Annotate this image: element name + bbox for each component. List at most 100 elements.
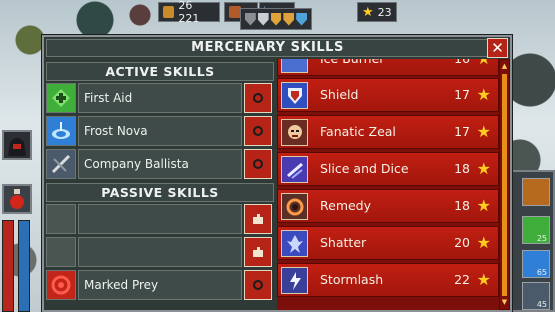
skill-list-name: Shield: [320, 87, 359, 102]
stars-counter: ★ 23: [357, 2, 397, 22]
quick-slot-count: 65: [536, 268, 547, 277]
star-icon: ★: [476, 85, 491, 104]
star-icon: ★: [476, 122, 491, 141]
scroll-down-icon[interactable]: ▼: [501, 298, 508, 307]
frost-nova-icon: [46, 116, 76, 146]
rank-shield-icon: [296, 12, 307, 26]
shield-rank-bar[interactable]: [240, 8, 312, 30]
health-potion-button[interactable]: [2, 184, 32, 214]
unequip-skill-button[interactable]: [244, 116, 272, 146]
passive-skill-row[interactable]: [46, 204, 274, 234]
rank-shield-icon: [270, 12, 282, 26]
skill-list-level: 17: [454, 124, 470, 139]
quick-slot[interactable]: [522, 178, 550, 206]
available-skills-list[interactable]: Ice Burner 16 ★ Shield 17 ★ Fanatic Zeal…: [277, 59, 499, 310]
unequip-skill-button[interactable]: [244, 83, 272, 113]
star-icon: ★: [476, 196, 491, 215]
scroll-thumb[interactable]: [502, 74, 507, 296]
rank-shield-icon: [245, 12, 256, 26]
equip-skill-button[interactable]: [244, 204, 272, 234]
skill-list-row[interactable]: Slice and Dice 18 ★: [277, 152, 499, 186]
health-bar: [2, 220, 14, 312]
hero-strip: [0, 120, 34, 312]
active-skill-row[interactable]: Frost Nova: [46, 116, 274, 146]
passive-skill-row[interactable]: Marked Prey: [46, 270, 274, 300]
skill-list-row[interactable]: Ice Burner 16 ★: [277, 59, 499, 76]
skill-list-level: 18: [454, 161, 470, 176]
gold-value: 26 221: [178, 0, 200, 25]
unequip-skill-button[interactable]: [244, 270, 272, 300]
skill-list-level: 20: [454, 235, 470, 250]
passive-skill-row[interactable]: [46, 237, 274, 267]
quick-slot-count: 25: [536, 234, 547, 243]
skill-list-name: Shatter: [320, 235, 367, 250]
quick-slot[interactable]: 65: [522, 250, 550, 278]
skill-name: [78, 237, 242, 267]
hooded-hero-icon: [8, 138, 26, 156]
remedy-icon: [281, 193, 308, 220]
panel-title: MERCENARY SKILLS: [46, 39, 489, 57]
skill-list-row[interactable]: Remedy 18 ★: [277, 189, 499, 223]
quick-slot-count: 45: [536, 300, 547, 309]
star-icon: ★: [477, 59, 491, 69]
mana-bar: [18, 220, 30, 312]
ring-icon: [253, 93, 263, 103]
first-aid-icon: [46, 83, 76, 113]
skill-list-row[interactable]: Stormlash 22 ★: [277, 263, 499, 297]
skill-list-row[interactable]: Fanatic Zeal 17 ★: [277, 115, 499, 149]
potion-icon: [10, 189, 24, 209]
empty-slot-icon: [46, 204, 76, 234]
hand-icon: [253, 247, 263, 257]
marked-prey-icon: [46, 270, 76, 300]
skill-list-level: 18: [454, 198, 470, 213]
gold-counter: 26 221: [158, 0, 220, 25]
skill-list-name: Slice and Dice: [320, 161, 409, 176]
skill-name: First Aid: [78, 83, 242, 113]
star-icon: ★: [476, 159, 491, 178]
quick-slot[interactable]: 45: [522, 282, 550, 310]
skill-list-level: 22: [454, 272, 470, 287]
skill-name: Company Ballista: [78, 149, 242, 179]
quick-slot[interactable]: 25: [522, 216, 550, 244]
skill-list-name: Stormlash: [320, 272, 384, 287]
skill-list-level: 16: [454, 59, 470, 75]
skill-list-name: Fanatic Zeal: [320, 124, 396, 139]
hand-icon: [253, 214, 263, 224]
fanatic-zeal-icon: [281, 119, 308, 146]
active-skill-row[interactable]: Company Ballista: [46, 149, 274, 179]
skill-list-level: 17: [454, 87, 470, 102]
unequip-skill-button[interactable]: [244, 149, 272, 179]
skill-list-row[interactable]: Shatter 20 ★: [277, 226, 499, 260]
top-hud: 26 221 9 900 ★ 23: [0, 0, 555, 30]
skill-name: [78, 204, 242, 234]
empty-slot-icon: [46, 237, 76, 267]
star-icon: ★: [476, 270, 491, 289]
shatter-icon: [281, 230, 308, 257]
star-icon: ★: [476, 233, 491, 252]
mercenary-skills-panel: MERCENARY SKILLS ✕ ACTIVE SKILLS First A…: [42, 35, 512, 312]
ring-icon: [253, 159, 263, 169]
equip-skill-button[interactable]: [244, 237, 272, 267]
rank-shield-icon: [283, 12, 295, 26]
close-button[interactable]: ✕: [487, 38, 508, 58]
skill-name: Marked Prey: [78, 270, 242, 300]
star-icon: ★: [362, 4, 374, 20]
stormlash-icon: [281, 267, 308, 294]
rank-shield-icon: [257, 12, 269, 26]
ice-burner-icon: [281, 59, 308, 73]
skill-list-scrollbar[interactable]: ▲ ▼: [499, 59, 510, 310]
active-skills-header: ACTIVE SKILLS: [46, 62, 274, 81]
stars-value: 23: [377, 5, 392, 19]
hero-portrait[interactable]: [2, 130, 32, 160]
ballista-icon: [46, 149, 76, 179]
shield-icon: [281, 82, 308, 109]
skill-list-name: Remedy: [320, 198, 372, 213]
skill-list-row[interactable]: Shield 17 ★: [277, 78, 499, 112]
skill-name: Frost Nova: [78, 116, 242, 146]
active-skill-row[interactable]: First Aid: [46, 83, 274, 113]
ring-icon: [253, 280, 263, 290]
quick-skill-bar: 25 65 45: [509, 170, 555, 312]
passive-skills-header: PASSIVE SKILLS: [46, 183, 274, 202]
scroll-up-icon[interactable]: ▲: [501, 62, 508, 71]
ring-icon: [253, 126, 263, 136]
